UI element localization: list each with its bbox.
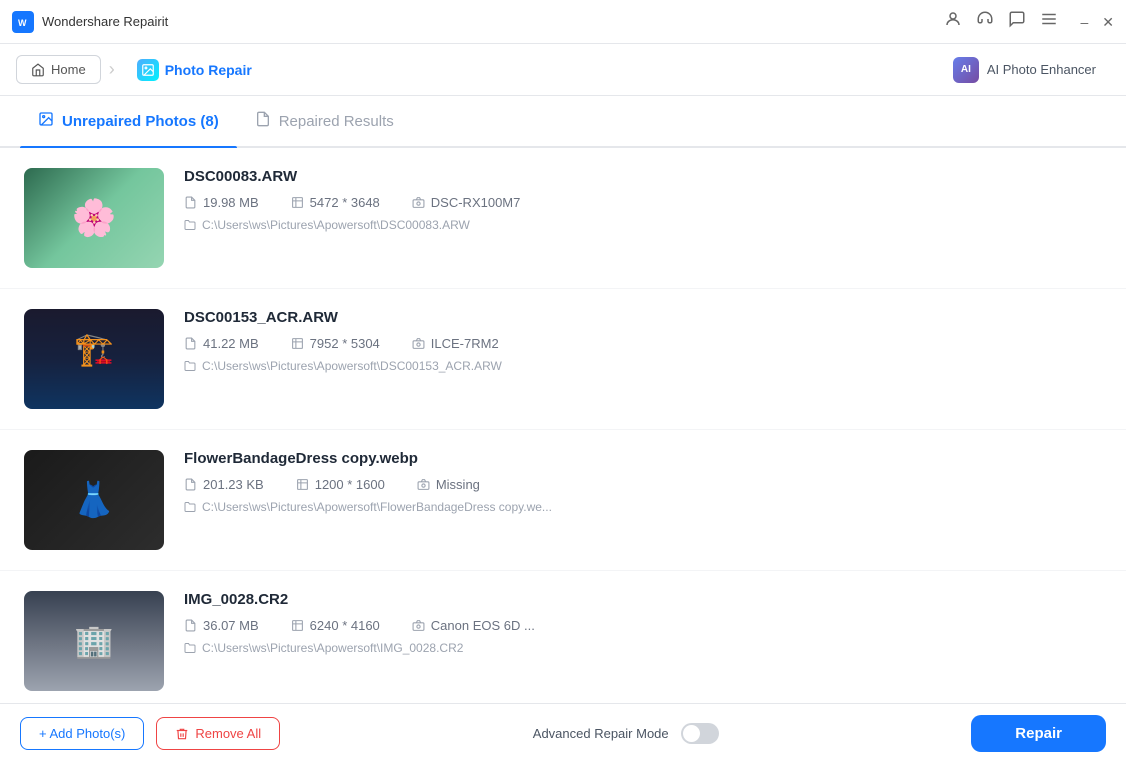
photo-size-2: 41.22 MB (184, 336, 259, 351)
minimize-button[interactable]: – (1080, 15, 1088, 29)
photo-dimensions-2: 7952 * 5304 (291, 336, 380, 351)
app-icon: W (12, 11, 34, 33)
chat-icon[interactable] (1008, 10, 1026, 33)
photo-item: DSC00153_ACR.ARW 41.22 MB 7952 * 5304 IL… (0, 289, 1126, 430)
photo-size-4: 36.07 MB (184, 618, 259, 633)
photo-path-3: C:\Users\ws\Pictures\Apowersoft\FlowerBa… (184, 500, 1102, 514)
headset-icon[interactable] (976, 10, 994, 33)
photo-meta-row-1: 19.98 MB 5472 * 3648 DSC-RX100M7 (184, 195, 1102, 210)
photo-name-1: DSC00083.ARW (184, 168, 1102, 185)
nav-separator: › (109, 59, 115, 80)
photo-path-1: C:\Users\ws\Pictures\Apowersoft\DSC00083… (184, 218, 1102, 232)
photo-dimensions-1: 5472 * 3648 (291, 195, 380, 210)
photo-camera-1: DSC-RX100M7 (412, 195, 521, 210)
title-bar-right: – ✕ (944, 10, 1114, 33)
photo-thumbnail-4 (24, 591, 164, 691)
advanced-mode-section: Advanced Repair Mode (533, 723, 719, 744)
add-photos-button[interactable]: + Add Photo(s) (20, 717, 144, 750)
app-name: Wondershare Repairit (42, 14, 168, 29)
photo-camera-3: Missing (417, 477, 480, 492)
remove-all-button[interactable]: Remove All (156, 717, 280, 750)
repair-label: Repair (1015, 725, 1062, 742)
photo-info-4: IMG_0028.CR2 36.07 MB 6240 * 4160 Canon … (184, 591, 1102, 655)
home-button[interactable]: Home (16, 55, 101, 84)
photo-camera-4: Canon EOS 6D ... (412, 618, 535, 633)
photo-size-3: 201.23 KB (184, 477, 264, 492)
advanced-mode-toggle[interactable] (681, 723, 719, 744)
photo-size-1: 19.98 MB (184, 195, 259, 210)
photo-item: FlowerBandageDress copy.webp 201.23 KB 1… (0, 430, 1126, 571)
photo-repair-nav[interactable]: Photo Repair (123, 53, 266, 87)
bottom-left: + Add Photo(s) Remove All (20, 717, 280, 750)
photo-meta-row-3: 201.23 KB 1200 * 1600 Missing (184, 477, 1102, 492)
photo-camera-2: ILCE-7RM2 (412, 336, 499, 351)
photo-path-2: C:\Users\ws\Pictures\Apowersoft\DSC00153… (184, 359, 1102, 373)
photo-dimensions-3: 1200 * 1600 (296, 477, 385, 492)
advanced-mode-label: Advanced Repair Mode (533, 726, 669, 741)
photo-dimensions-4: 6240 * 4160 (291, 618, 380, 633)
account-icon[interactable] (944, 10, 962, 33)
trash-icon (175, 727, 189, 741)
tabs-bar: Unrepaired Photos (8) Repaired Results (0, 96, 1126, 148)
tab-unrepaired[interactable]: Unrepaired Photos (8) (20, 96, 237, 146)
repaired-tab-icon (255, 111, 271, 131)
unrepaired-tab-label: Unrepaired Photos (8) (62, 113, 219, 130)
photo-repair-icon (137, 59, 159, 81)
ai-enhancer-button[interactable]: AI AI Photo Enhancer (939, 51, 1110, 89)
window-controls: – ✕ (1080, 15, 1114, 29)
ai-enhancer-label: AI Photo Enhancer (987, 62, 1096, 77)
photo-meta-row-2: 41.22 MB 7952 * 5304 ILCE-7RM2 (184, 336, 1102, 351)
photo-name-3: FlowerBandageDress copy.webp (184, 450, 1102, 467)
photo-name-4: IMG_0028.CR2 (184, 591, 1102, 608)
photo-thumbnail-2 (24, 309, 164, 409)
photo-info-1: DSC00083.ARW 19.98 MB 5472 * 3648 DSC-RX… (184, 168, 1102, 232)
home-label: Home (51, 62, 86, 77)
photo-item: IMG_0028.CR2 36.07 MB 6240 * 4160 Canon … (0, 571, 1126, 703)
nav-left: Home › Photo Repair (16, 53, 266, 87)
photo-list: DSC00083.ARW 19.98 MB 5472 * 3648 DSC-RX… (0, 148, 1126, 703)
photo-meta-row-4: 36.07 MB 6240 * 4160 Canon EOS 6D ... (184, 618, 1102, 633)
unrepaired-tab-icon (38, 111, 54, 131)
tab-repaired[interactable]: Repaired Results (237, 96, 412, 146)
photo-name-2: DSC00153_ACR.ARW (184, 309, 1102, 326)
photo-info-2: DSC00153_ACR.ARW 41.22 MB 7952 * 5304 IL… (184, 309, 1102, 373)
menu-icon[interactable] (1040, 10, 1058, 33)
ai-icon: AI (953, 57, 979, 83)
svg-text:W: W (18, 18, 27, 28)
remove-all-label: Remove All (195, 726, 261, 741)
repair-button[interactable]: Repair (971, 715, 1106, 752)
close-button[interactable]: ✕ (1102, 15, 1114, 29)
title-bar: W Wondershare Repairit – ✕ (0, 0, 1126, 44)
photo-thumbnail-1 (24, 168, 164, 268)
bottom-bar: + Add Photo(s) Remove All Advanced Repai… (0, 703, 1126, 763)
photo-thumbnail-3 (24, 450, 164, 550)
photo-info-3: FlowerBandageDress copy.webp 201.23 KB 1… (184, 450, 1102, 514)
repaired-tab-label: Repaired Results (279, 113, 394, 130)
nav-bar: Home › Photo Repair AI AI Photo Enhancer (0, 44, 1126, 96)
photo-repair-label: Photo Repair (165, 62, 252, 78)
add-photos-label: + Add Photo(s) (39, 726, 125, 741)
title-bar-left: W Wondershare Repairit (12, 11, 168, 33)
photo-path-4: C:\Users\ws\Pictures\Apowersoft\IMG_0028… (184, 641, 1102, 655)
photo-item: DSC00083.ARW 19.98 MB 5472 * 3648 DSC-RX… (0, 148, 1126, 289)
